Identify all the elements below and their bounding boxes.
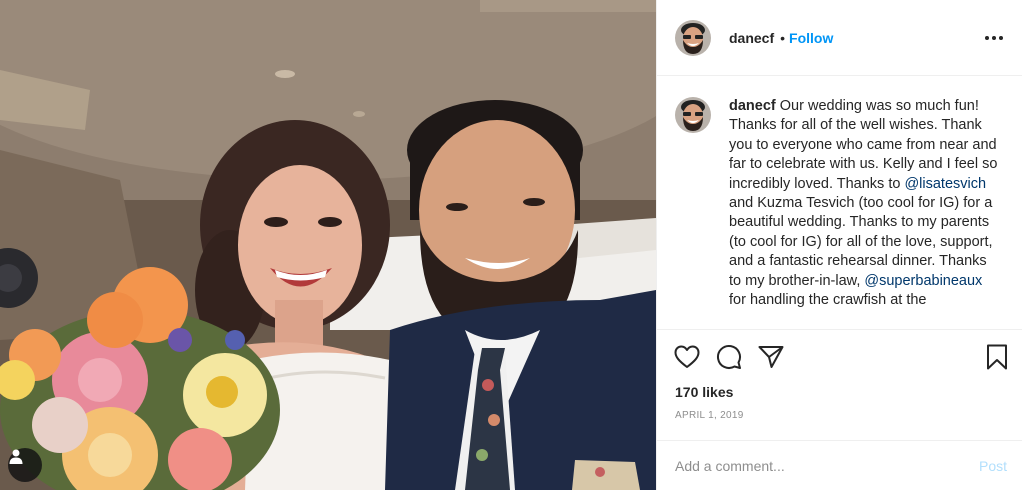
post-comment-button[interactable]: Post [979, 458, 1007, 474]
wedding-selfie-image [0, 0, 656, 490]
instagram-post: danecf • Follow danecf Our wedding was s… [0, 0, 1022, 490]
share-icon[interactable] [757, 343, 785, 371]
comment-form: Post [657, 440, 1022, 490]
post-caption: danecf Our wedding was so much fun! Than… [729, 97, 999, 329]
mention-link[interactable]: @superbabineaux [864, 273, 982, 289]
person-icon [9, 449, 23, 464]
bookmark-icon[interactable] [983, 343, 1011, 371]
heart-icon[interactable] [673, 343, 701, 371]
post-actions-section: 170 likes APRIL 1, 2019 [657, 329, 1022, 424]
post-date[interactable]: APRIL 1, 2019 [657, 410, 1022, 424]
caption-section: danecf Our wedding was so much fun! Than… [657, 77, 1022, 329]
more-dot [999, 35, 1003, 40]
separator-dot: • [780, 29, 786, 46]
post-photo[interactable] [0, 0, 656, 490]
comment-icon-shape [717, 345, 741, 369]
comment-input[interactable] [675, 457, 979, 474]
bookmark-icon-shape [987, 344, 1007, 370]
more-dot [992, 35, 996, 40]
likes-count[interactable]: 170 likes [657, 384, 1022, 402]
mention-link[interactable]: @lisatesvich [904, 176, 986, 192]
more-dot [985, 35, 989, 40]
caption-username[interactable]: danecf [729, 98, 776, 114]
avatar-image [675, 97, 711, 133]
avatar-image [675, 19, 711, 56]
avatar[interactable] [675, 19, 711, 56]
caption-text: for handling the crawfish at the [729, 292, 927, 309]
post-side-panel: danecf • Follow danecf Our wedding was s… [656, 0, 1022, 490]
user-tag-icon[interactable] [8, 448, 42, 482]
action-bar [657, 330, 1022, 384]
follow-button[interactable]: Follow [789, 30, 833, 46]
share-icon-shape [758, 346, 784, 368]
heart-icon-shape [674, 345, 700, 368]
post-author-username[interactable]: danecf [729, 30, 774, 46]
comment-icon[interactable] [715, 343, 743, 371]
caption-avatar[interactable] [675, 97, 711, 133]
more-options-icon[interactable] [982, 26, 1006, 50]
post-header: danecf • Follow [657, 0, 1022, 76]
